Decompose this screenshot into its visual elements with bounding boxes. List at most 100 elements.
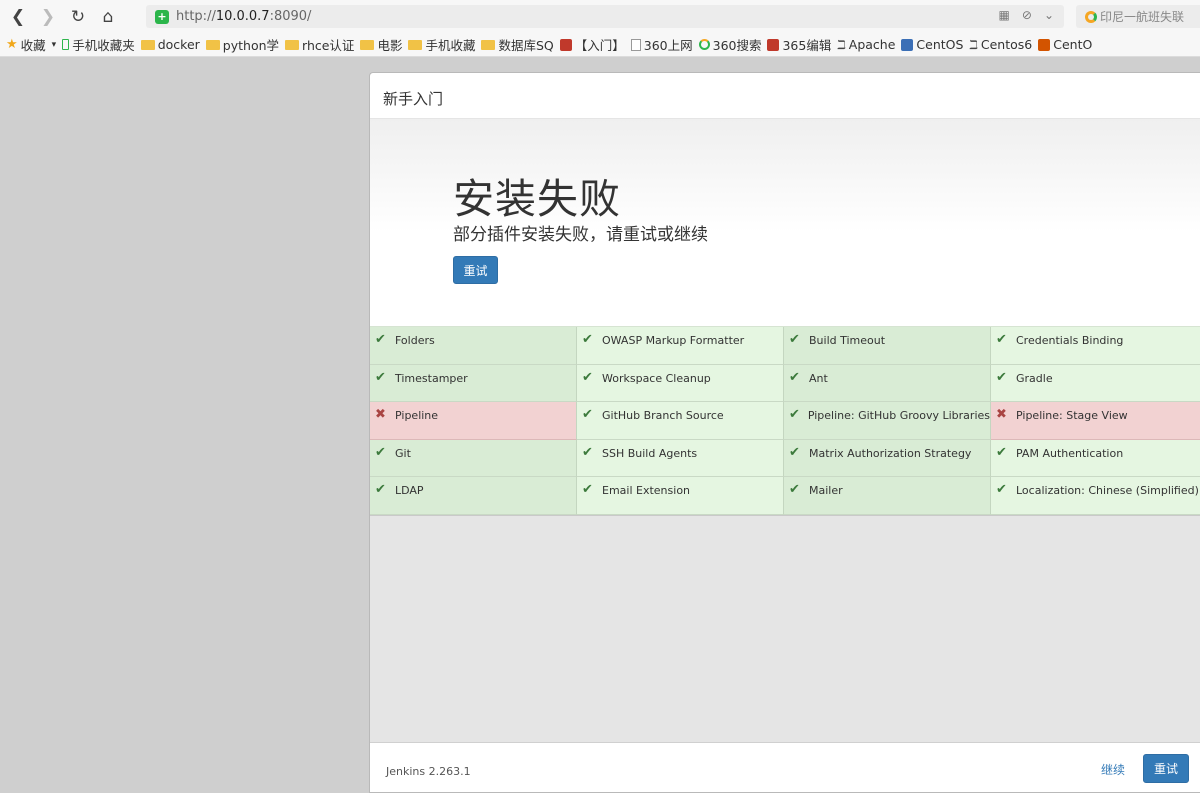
page-title: 安装失败	[453, 175, 621, 223]
reload-icon[interactable]: ↻	[63, 2, 93, 32]
check-icon: ✔	[582, 332, 593, 347]
check-icon: ✔	[789, 444, 800, 460]
plugin-item: ✔ LDAP	[370, 477, 577, 515]
home-icon[interactable]: ⌂	[93, 2, 123, 32]
doc-icon	[630, 38, 641, 51]
bookmark-label: 手机收藏夹	[72, 38, 135, 53]
bookmark-item[interactable]: python学	[205, 35, 280, 54]
apache-icon: ℶ	[837, 37, 846, 52]
cross-icon: ✖	[375, 407, 386, 423]
brand-icon	[1038, 38, 1051, 51]
secure-shield-icon: +	[155, 9, 169, 24]
folder-icon	[205, 39, 220, 50]
bookmark-label: 365编辑	[782, 38, 832, 53]
plugin-name: Pipeline: GitHub Groovy Libraries	[807, 409, 990, 423]
plugin-name: Email Extension	[602, 484, 691, 498]
bookmark-item[interactable]: 手机收藏	[408, 35, 475, 54]
brand-icon	[901, 38, 914, 51]
back-icon[interactable]: ❮	[3, 2, 33, 32]
ring-icon	[698, 39, 710, 50]
plugin-item: ✔ Localization: Chinese (Simplified)	[991, 477, 1200, 515]
continue-link[interactable]: 继续	[1101, 761, 1125, 778]
bookmark-item[interactable]: rhce认证	[285, 35, 354, 54]
bookmark-label: 360搜索	[712, 38, 762, 53]
plugin-name: Pipeline: Stage View	[1016, 409, 1128, 423]
setup-wizard-dialog: 新手入门 安装失败 部分插件安装失败，请重试或继续 重试 ✔ Folders ✔ OW…	[369, 72, 1200, 793]
bookmark-item[interactable]: ℶ Centos6	[969, 37, 1032, 52]
bookmark-label: 收藏	[20, 38, 46, 53]
bookmark-item[interactable]: ★ 收藏 ▾	[6, 35, 56, 54]
bookmark-item[interactable]: docker	[140, 37, 200, 52]
bookmark-label: CentO	[1053, 37, 1093, 52]
brand-icon	[767, 38, 780, 51]
check-icon: ✔	[582, 369, 593, 385]
compat-mode-icon[interactable]: ⊘	[1022, 8, 1032, 22]
plugin-name: Pipeline	[395, 409, 439, 423]
jenkins-version: Jenkins 2.263.1	[386, 765, 471, 778]
bookmark-item[interactable]: 数据库SQ	[481, 35, 554, 54]
search-engine-icon	[1085, 10, 1097, 23]
bookmark-label: CentOS	[916, 37, 964, 52]
address-bar[interactable]: + http://10.0.0.7:8090/ ▦ ⊘ ⌄	[146, 5, 1064, 28]
phone-icon	[62, 39, 70, 50]
plugin-name: Mailer	[809, 484, 843, 498]
bookmark-label: Apache	[848, 37, 896, 52]
check-icon: ✔	[375, 482, 386, 498]
plugin-item: ✔ SSH Build Agents	[577, 439, 784, 478]
check-icon: ✔	[375, 444, 386, 460]
qr-code-icon[interactable]: ▦	[999, 8, 1010, 22]
page-subtitle: 部分插件安装失败，请重试或继续	[453, 225, 708, 245]
plugin-item: ✔ Mailer	[784, 477, 991, 515]
plugin-status-grid: ✔ Folders ✔ OWASP Markup Formatter ✔ Build Ti…	[370, 326, 1200, 516]
folder-icon	[140, 39, 155, 50]
bookmark-label: docker	[157, 37, 200, 52]
bookmark-item[interactable]: 365编辑	[767, 35, 831, 54]
bookmark-label: 数据库SQ	[498, 38, 554, 53]
chevron-down-icon[interactable]: ⌄	[1044, 8, 1054, 22]
plugin-name: GitHub Branch Source	[602, 409, 724, 423]
bookmark-label: Centos6	[980, 37, 1033, 52]
plugin-name: LDAP	[395, 484, 424, 498]
bookmark-item[interactable]: ℶ Apache	[837, 37, 895, 52]
footer-retry-button[interactable]: 重试	[1143, 754, 1189, 783]
plugin-name: Build Timeout	[809, 334, 886, 347]
check-icon: ✔	[996, 369, 1007, 385]
plugin-name: SSH Build Agents	[602, 446, 698, 460]
plugin-item: ✔ Folders	[370, 327, 577, 365]
caret-down-icon[interactable]: ▾	[52, 40, 57, 50]
bookmark-item[interactable]: 360搜索	[698, 35, 762, 54]
url-text[interactable]: http://10.0.0.7:8090/	[176, 9, 311, 24]
bookmark-item[interactable]: 360上网	[630, 35, 693, 54]
plugin-name: Folders	[395, 334, 435, 347]
folder-icon	[408, 39, 423, 50]
bookmark-item[interactable]: CentO	[1038, 37, 1092, 52]
bookmark-item[interactable]: CentOS	[901, 37, 963, 52]
bookmarks-bar: ★ 收藏 ▾ 手机收藏夹 docker python学 rhce认证 电影 手机收藏 数据库SQ…	[0, 33, 1200, 57]
check-icon: ✔	[375, 332, 386, 347]
search-input[interactable]: 印尼一航班失联	[1076, 5, 1200, 28]
plugin-item: ✔ Workspace Cleanup	[577, 364, 784, 403]
forward-icon[interactable]: ❯	[33, 2, 63, 32]
search-hint: 印尼一航班失联	[1100, 10, 1185, 24]
plugin-item: ✔ Build Timeout	[784, 327, 991, 365]
plugin-item: ✔ Matrix Authorization Strategy	[784, 439, 991, 478]
bookmark-item[interactable]: 手机收藏夹	[62, 35, 135, 54]
plugin-item: ✔ Email Extension	[577, 477, 784, 515]
folder-icon	[481, 39, 496, 50]
check-icon: ✔	[996, 444, 1007, 460]
log-area	[370, 516, 1200, 742]
star-icon: ★	[6, 37, 18, 52]
bookmark-label: 电影	[377, 38, 403, 53]
bookmark-label: python学	[222, 38, 280, 53]
plugin-item: ✔ PAM Authentication	[991, 439, 1200, 478]
bookmark-item[interactable]: 电影	[360, 35, 402, 54]
plugin-name: Timestamper	[395, 371, 468, 385]
plugin-name: OWASP Markup Formatter	[602, 334, 745, 347]
retry-button[interactable]: 重试	[453, 256, 498, 284]
folder-icon	[360, 39, 375, 50]
plugin-item: ✔ Credentials Binding	[991, 327, 1200, 365]
check-icon: ✔	[996, 332, 1007, 347]
plugin-name: Credentials Binding	[1016, 334, 1124, 347]
bookmark-item[interactable]: 【入门】	[559, 35, 625, 54]
plugin-item: ✔ Timestamper	[370, 364, 577, 403]
